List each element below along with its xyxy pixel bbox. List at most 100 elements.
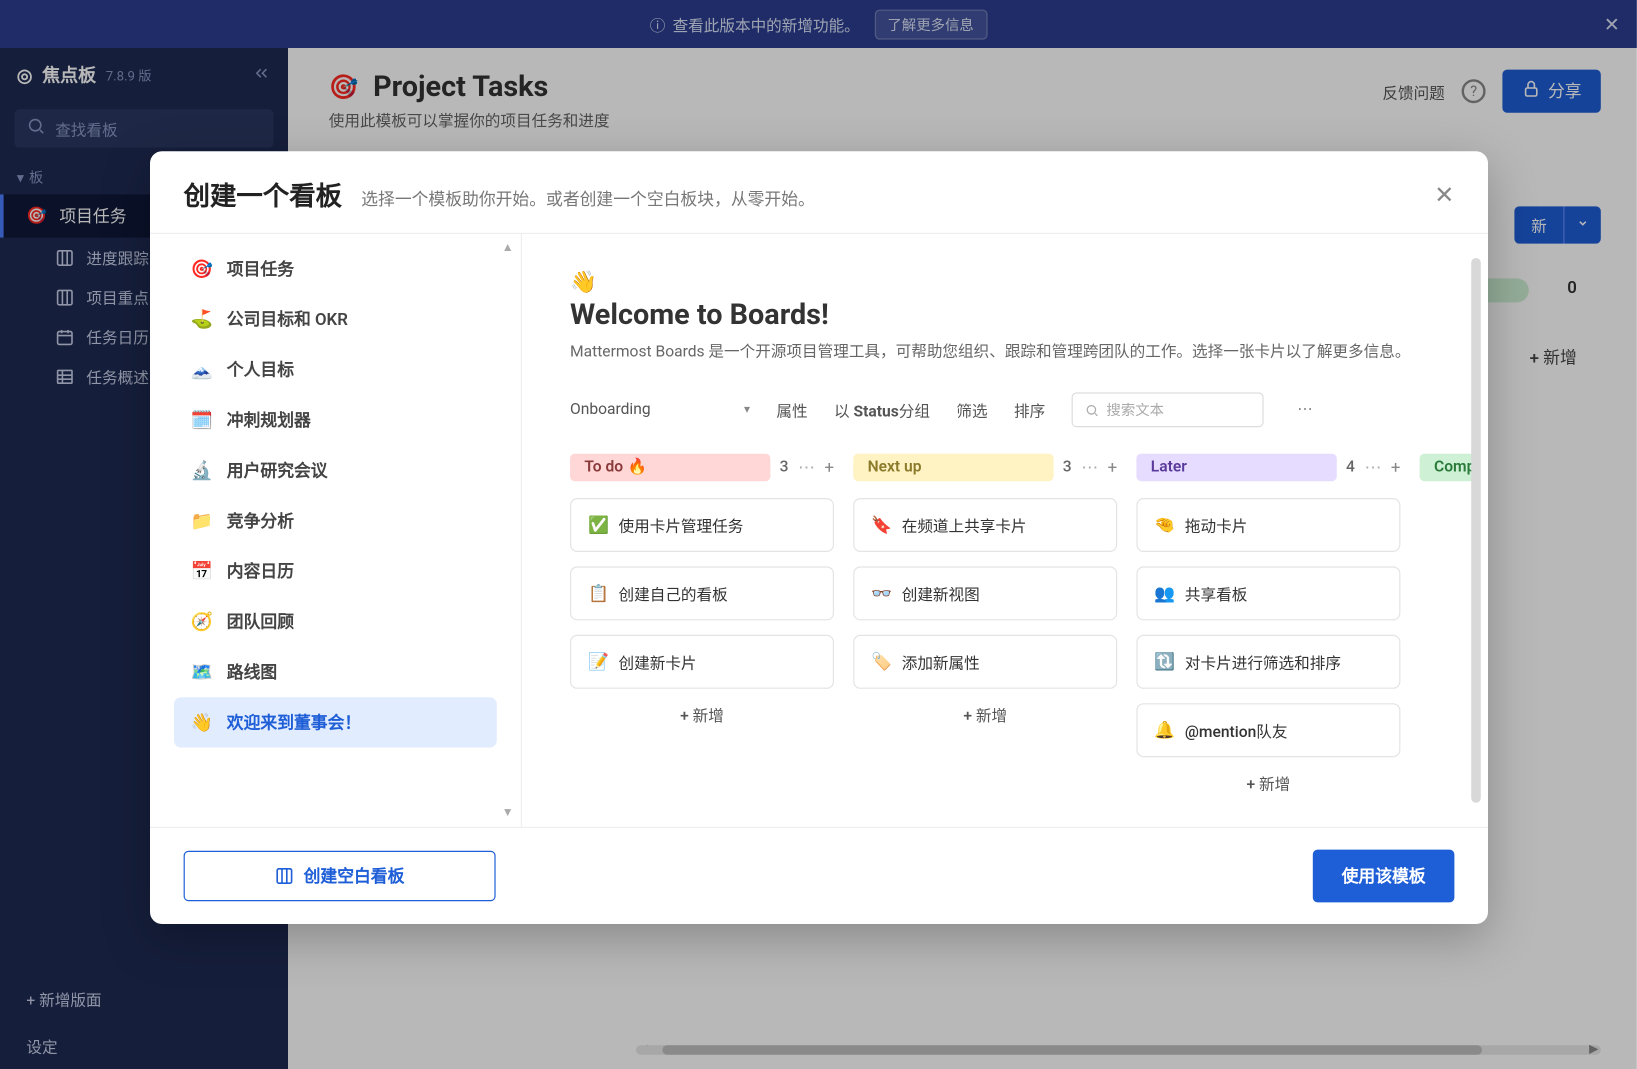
more-options-icon[interactable]: ⋯ bbox=[1290, 401, 1320, 419]
scroll-up-icon[interactable]: ▲ bbox=[502, 241, 514, 254]
column-chip[interactable]: Later bbox=[1136, 454, 1336, 482]
board-card[interactable]: 📋 创建自己的看板 bbox=[570, 566, 834, 620]
template-label: 个人目标 bbox=[227, 358, 294, 382]
board-card[interactable]: 🤏拖动卡片 bbox=[1136, 498, 1400, 552]
view-name: Onboarding bbox=[570, 401, 651, 419]
search-placeholder: 搜索文本 bbox=[1106, 400, 1164, 420]
card-title: 共享看板 bbox=[1185, 582, 1247, 605]
board-column: Later 4 ⋯ + 🤏拖动卡片 👥 共享看板 🔃 对卡片进行筛选和排序 🔔 @mention队友… bbox=[1136, 454, 1400, 795]
template-item[interactable]: 📅 内容日历 bbox=[174, 546, 497, 596]
template-preview: 👋 Welcome to Boards! Mattermost Boards 是… bbox=[522, 234, 1488, 827]
template-emoji: 📁 bbox=[191, 510, 213, 532]
card-icon: 👥 bbox=[1154, 584, 1175, 603]
column-menu-icon[interactable]: ⋯ bbox=[1081, 458, 1098, 477]
board-card[interactable]: 📝 创建新卡片 bbox=[570, 635, 834, 689]
card-icon: 🔔 bbox=[1154, 721, 1175, 740]
board-card[interactable]: 🔃 对卡片进行筛选和排序 bbox=[1136, 635, 1400, 689]
modal-subtitle: 选择一个模板助你开始。或者创建一个空白板块，从零开始。 bbox=[361, 187, 815, 211]
add-card-button[interactable]: + 新增 bbox=[570, 703, 834, 726]
column-chip[interactable]: Compl bbox=[1420, 454, 1476, 482]
template-item[interactable]: 👋 欢迎来到董事会！ bbox=[174, 697, 497, 747]
column-count: 3 bbox=[1063, 458, 1072, 476]
board-column: To do 🔥 3 ⋯ + ✅使用卡片管理任务 📋 创建自己的看板 📝 创建新卡片 + 新增 bbox=[570, 454, 834, 795]
sort-button[interactable]: 排序 bbox=[1014, 398, 1045, 421]
board-card[interactable]: 🏷️ 添加新属性 bbox=[853, 635, 1117, 689]
card-icon: 📋 bbox=[588, 584, 609, 603]
scroll-down-icon[interactable]: ▼ bbox=[502, 806, 514, 819]
template-emoji: 🔬 bbox=[191, 460, 213, 482]
card-icon: 🤏 bbox=[1154, 515, 1175, 534]
template-emoji: 🧭 bbox=[191, 611, 213, 633]
card-icon: 👓 bbox=[871, 584, 892, 603]
column-menu-icon[interactable]: ⋯ bbox=[798, 458, 815, 477]
template-item[interactable]: ⛳公司目标和 OKR bbox=[174, 294, 497, 344]
column-add-icon[interactable]: + bbox=[1108, 458, 1118, 477]
board-card[interactable]: 🔔 @mention队友 bbox=[1136, 703, 1400, 757]
fire-icon: 🔥 bbox=[628, 458, 647, 476]
board-card[interactable]: 👓创建新视图 bbox=[853, 566, 1117, 620]
card-title: 在频道上共享卡片 bbox=[902, 514, 1027, 537]
template-item[interactable]: 🎯 项目任务 bbox=[174, 244, 497, 294]
template-emoji: 🗓️ bbox=[191, 409, 213, 431]
preview-description: Mattermost Boards 是一个开源项目管理工具，可帮助您组织、跟踪和… bbox=[570, 338, 1476, 361]
column-count: 4 bbox=[1346, 458, 1355, 476]
preview-title: Welcome to Boards! bbox=[570, 298, 1476, 332]
preview-scrollbar[interactable] bbox=[1471, 258, 1481, 803]
board-card[interactable]: 🔖 在频道上共享卡片 bbox=[853, 498, 1117, 552]
create-blank-board-button[interactable]: 创建空白看板 bbox=[184, 851, 496, 901]
column-chip[interactable]: Next up bbox=[853, 454, 1053, 482]
template-emoji: 🗻 bbox=[191, 359, 213, 381]
column-chip[interactable]: To do 🔥 bbox=[570, 454, 770, 482]
card-title: 创建自己的看板 bbox=[619, 582, 728, 605]
view-selector[interactable]: Onboarding ▾ bbox=[570, 401, 750, 419]
template-item[interactable]: 🗺️ 路线图 bbox=[174, 647, 497, 697]
template-emoji: 🗺️ bbox=[191, 661, 213, 683]
template-label: 竞争分析 bbox=[227, 509, 294, 533]
template-item[interactable]: 📁 竞争分析 bbox=[174, 496, 497, 546]
column-count: 3 bbox=[780, 458, 789, 476]
card-icon: 🔖 bbox=[871, 515, 892, 534]
card-title: @mention队友 bbox=[1185, 719, 1288, 742]
add-card-button[interactable]: + 新增 bbox=[1136, 772, 1400, 795]
properties-button[interactable]: 属性 bbox=[776, 398, 807, 421]
column-menu-icon[interactable]: ⋯ bbox=[1364, 458, 1381, 477]
card-icon: 🔃 bbox=[1154, 652, 1175, 671]
modal-close-icon[interactable]: ✕ bbox=[1434, 180, 1454, 209]
template-item[interactable]: 🗓️ 冲刺规划器 bbox=[174, 395, 497, 445]
board-card[interactable]: 👥 共享看板 bbox=[1136, 566, 1400, 620]
template-item[interactable]: 🔬 用户研究会议 bbox=[174, 445, 497, 495]
card-icon: ✅ bbox=[588, 515, 609, 534]
template-label: 内容日历 bbox=[227, 559, 294, 583]
column-add-icon[interactable]: + bbox=[824, 458, 834, 477]
card-title: 创建新卡片 bbox=[619, 650, 697, 673]
use-template-button[interactable]: 使用该模板 bbox=[1313, 850, 1455, 903]
search-input[interactable]: 搜索文本 bbox=[1072, 392, 1264, 427]
template-label: 欢迎来到董事会！ bbox=[227, 710, 361, 734]
template-label: 冲刺规划器 bbox=[227, 408, 311, 432]
preview-emoji: 👋 bbox=[570, 270, 1476, 295]
template-emoji: 👋 bbox=[191, 712, 213, 734]
template-item[interactable]: 🗻 个人目标 bbox=[174, 344, 497, 394]
template-label: 团队回顾 bbox=[227, 610, 294, 634]
add-card-button[interactable]: + 新增 bbox=[853, 703, 1117, 726]
board-card[interactable]: ✅使用卡片管理任务 bbox=[570, 498, 834, 552]
board-icon bbox=[275, 866, 294, 885]
card-title: 添加新属性 bbox=[902, 650, 980, 673]
template-label: 路线图 bbox=[227, 660, 277, 684]
card-icon: 📝 bbox=[588, 652, 609, 671]
board-column: Compl bbox=[1420, 454, 1476, 795]
filter-button[interactable]: 筛选 bbox=[956, 398, 987, 421]
modal-title: 创建一个看板 bbox=[184, 175, 342, 213]
template-label: 用户研究会议 bbox=[227, 458, 328, 482]
card-title: 对卡片进行筛选和排序 bbox=[1185, 650, 1341, 673]
column-add-icon[interactable]: + bbox=[1391, 458, 1401, 477]
board-column: Next up 3 ⋯ + 🔖 在频道上共享卡片 👓创建新视图 🏷️ 添加新属性 + 新增 bbox=[853, 454, 1117, 795]
group-by-button[interactable]: 以 Status分组 bbox=[834, 398, 930, 421]
template-emoji: 🎯 bbox=[191, 258, 213, 280]
card-icon: 🏷️ bbox=[871, 652, 892, 671]
template-label: 项目任务 bbox=[227, 257, 294, 281]
template-list: ▲ 🎯 项目任务 ⛳公司目标和 OKR 🗻 个人目标 🗓️ 冲刺规划器 🔬 用户研究会议 📁 竞争分… bbox=[150, 234, 522, 827]
template-label: 公司目标和 OKR bbox=[227, 307, 348, 331]
template-item[interactable]: 🧭 团队回顾 bbox=[174, 596, 497, 646]
template-emoji: 📅 bbox=[191, 560, 213, 582]
